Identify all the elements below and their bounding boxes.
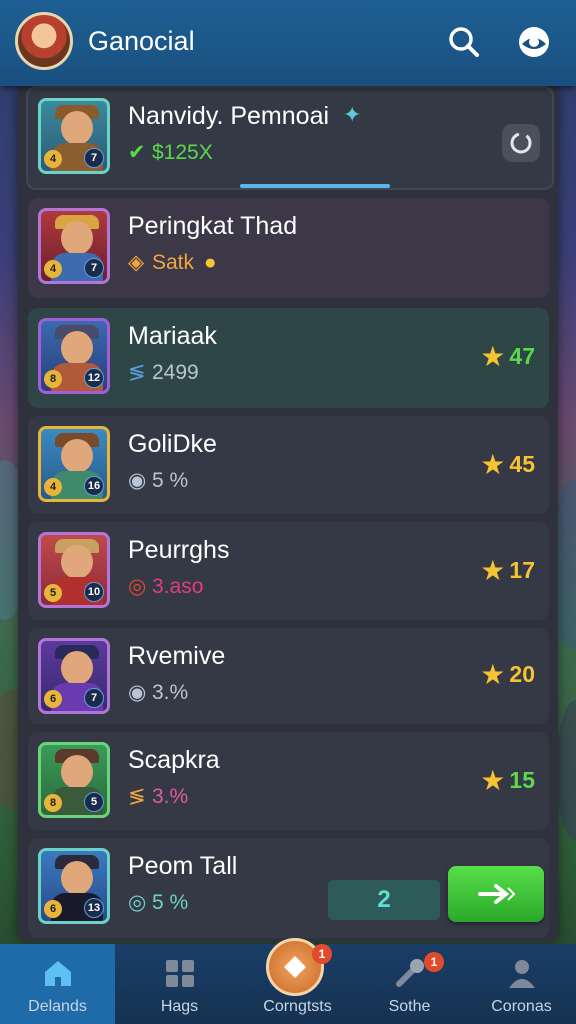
- check-icon: ✔: [128, 141, 146, 164]
- player-stat: ◎ 3.aso: [128, 575, 204, 598]
- shield-icon: ◉: [128, 681, 147, 704]
- nav-label: Sothe: [388, 998, 431, 1015]
- player-name: Peom Tall: [128, 852, 238, 880]
- score: ★ 47: [480, 341, 535, 372]
- score: ★ 17: [480, 555, 535, 586]
- character-portrait: 8 5: [38, 742, 110, 818]
- star-icon: ★: [480, 659, 506, 690]
- go-button[interactable]: [448, 866, 544, 922]
- rank-badge: 16: [84, 476, 104, 496]
- nav-label: Coronas: [491, 998, 552, 1015]
- list-item[interactable]: 4 7 Nanvidy. Pemnoai ✦ ✔ $125X: [26, 86, 554, 190]
- shield-icon: ◉: [128, 469, 147, 492]
- nav-sothe[interactable]: Sothe 1: [352, 944, 467, 1024]
- chest-icon: ◈: [128, 251, 145, 274]
- nav-coronas[interactable]: Coronas: [464, 944, 576, 1024]
- arrow-right-icon: [478, 884, 516, 904]
- character-portrait: 4 16: [38, 426, 110, 502]
- star-icon: ★: [480, 765, 506, 796]
- chevron-icon: ≶: [128, 361, 146, 384]
- nav-label: Hags: [160, 998, 199, 1015]
- app-title: Ganocial: [88, 26, 195, 56]
- scroll-indicator: [240, 184, 390, 188]
- app-header: Ganocial: [0, 0, 576, 86]
- score: ★ 20: [480, 659, 535, 690]
- player-stat: ≶ 2499: [128, 361, 199, 384]
- coin-icon: ●: [203, 251, 217, 274]
- player-name: Nanvidy. Pemnoai: [128, 102, 330, 130]
- list-item[interactable]: 4 7 Peringkat Thad ◈ Satk ●: [28, 198, 549, 298]
- star-icon: ★: [480, 449, 506, 480]
- nav-label: Corngtsts: [263, 998, 332, 1015]
- player-stat: ◈ Satk ●: [128, 251, 217, 274]
- character-portrait: 4 7: [38, 208, 110, 284]
- home-icon: [44, 961, 71, 986]
- chevron-icon: ≶: [128, 785, 146, 808]
- list-item[interactable]: 6 13 Peom Tall ◎ 5 % 2: [28, 838, 549, 938]
- character-portrait: 8 12: [38, 318, 110, 394]
- player-stat: ◉ 5 %: [128, 469, 189, 492]
- level-badge: 4: [44, 260, 62, 278]
- counter-box: 2: [328, 880, 440, 920]
- notification-badge: 1: [312, 944, 332, 964]
- verified-icon: ✦: [343, 102, 362, 127]
- person-icon: [508, 960, 535, 988]
- player-name: Scapkra: [128, 746, 220, 774]
- level-badge: 6: [44, 690, 62, 708]
- target-icon: ◎: [128, 575, 147, 598]
- list-item[interactable]: 6 7 Rvemive ◉ 3.% ★ 20: [28, 628, 549, 724]
- grid-icon: [165, 960, 194, 987]
- list-item[interactable]: 8 12 Mariaak ≶ 2499 ★ 47: [28, 308, 549, 408]
- level-badge: 4: [44, 150, 62, 168]
- refresh-icon[interactable]: [502, 124, 540, 162]
- nav-label: Delands: [28, 998, 87, 1015]
- profile-icon[interactable]: [516, 24, 552, 60]
- character-portrait: 4 7: [38, 98, 110, 174]
- player-name: Peringkat Thad: [128, 212, 298, 240]
- nav-hags[interactable]: Hags: [122, 944, 237, 1024]
- background-character: [556, 700, 576, 840]
- target-icon: ◎: [128, 891, 147, 914]
- score: ★ 45: [480, 449, 535, 480]
- tools-icon: [395, 959, 424, 987]
- rank-badge: 7: [84, 688, 104, 708]
- player-name: GoliDke: [128, 430, 217, 458]
- player-stat: ◉ 3.%: [128, 681, 189, 704]
- player-name: Peurrghs: [128, 536, 230, 564]
- level-badge: 4: [44, 478, 62, 496]
- level-badge: 8: [44, 370, 62, 388]
- rank-badge: 7: [84, 148, 104, 168]
- star-icon: ★: [480, 341, 506, 372]
- score: ★ 15: [480, 765, 535, 796]
- list-item[interactable]: 5 10 Peurrghs ◎ 3.aso ★ 17: [28, 522, 549, 620]
- player-name: Rvemive: [128, 642, 226, 670]
- player-name: Mariaak: [128, 322, 217, 350]
- notification-badge: 1: [424, 952, 444, 972]
- character-portrait: 6 7: [38, 638, 110, 714]
- level-badge: 5: [44, 584, 62, 602]
- nav-home[interactable]: Delands: [0, 944, 115, 1024]
- rank-badge: 12: [84, 368, 104, 388]
- level-badge: 6: [44, 900, 62, 918]
- rank-badge: 5: [84, 792, 104, 812]
- search-icon[interactable]: [446, 24, 482, 60]
- list-item[interactable]: 4 16 GoliDke ◉ 5 % ★ 45: [28, 416, 549, 514]
- list-item[interactable]: 8 5 Scapkra ≶ 3.% ★ 15: [28, 732, 549, 830]
- diamond-icon: [284, 956, 306, 978]
- rank-badge: 10: [84, 582, 104, 602]
- level-badge: 8: [44, 794, 62, 812]
- rank-badge: 7: [84, 258, 104, 278]
- avatar[interactable]: [15, 12, 73, 70]
- rank-badge: 13: [84, 898, 104, 918]
- character-portrait: 6 13: [38, 848, 110, 924]
- player-stat: ≶ 3.%: [128, 785, 189, 808]
- player-stat: ◎ 5 %: [128, 891, 189, 914]
- star-icon: ★: [480, 555, 506, 586]
- player-stat: ✔ $125X: [128, 141, 213, 164]
- character-portrait: 5 10: [38, 532, 110, 608]
